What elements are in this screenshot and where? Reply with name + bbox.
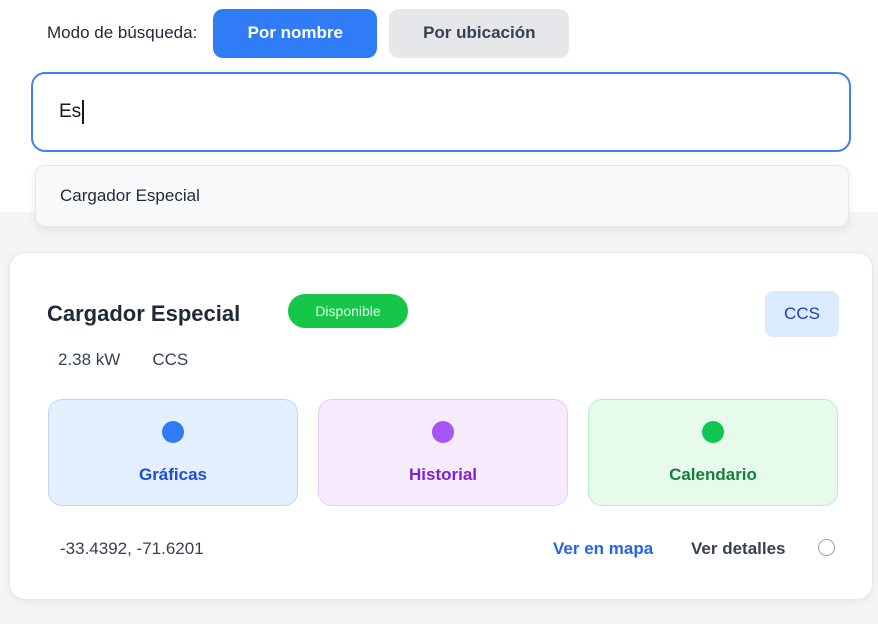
charts-dot-icon <box>162 421 184 443</box>
charts-label: Gráficas <box>138 465 208 484</box>
suggestion-item[interactable]: Cargador Especial <box>60 186 200 206</box>
status-badge: Disponible <box>288 294 408 328</box>
history-dot-icon <box>432 421 454 443</box>
details-toggle-icon[interactable] <box>818 539 835 556</box>
history-label: Historial <box>408 465 478 484</box>
text-caret <box>82 100 85 124</box>
charger-card: Cargador Especial Disponible CCS 2.38 kW… <box>9 252 873 600</box>
search-mode-row: Modo de búsqueda: Por nombre Por ubicaci… <box>47 8 570 58</box>
suggestions-dropdown: Cargador Especial <box>35 165 849 227</box>
search-mode-label: Modo de búsqueda: <box>47 23 198 42</box>
search-input-value: Es <box>59 101 82 122</box>
calendar-label: Calendario <box>669 465 757 484</box>
charger-connector: CCS <box>152 350 189 369</box>
by-name-button[interactable]: Por nombre <box>213 8 378 58</box>
charger-name: Cargador Especial <box>47 301 241 326</box>
charts-button[interactable]: Gráficas <box>48 399 298 506</box>
charger-specs: 2.38 kW CCS <box>58 350 188 370</box>
by-location-button[interactable]: Por ubicación <box>389 8 570 58</box>
connector-tag: CCS <box>765 291 839 337</box>
view-details-link[interactable]: Ver detalles <box>691 539 786 559</box>
charger-power: 2.38 kW <box>58 350 121 369</box>
history-button[interactable]: Historial <box>318 399 568 506</box>
search-input[interactable]: Es <box>31 72 851 152</box>
charger-coordinates: -33.4392, -71.6201 <box>60 539 204 558</box>
calendar-dot-icon <box>702 421 724 443</box>
calendar-button[interactable]: Calendario <box>588 399 838 506</box>
view-on-map-link[interactable]: Ver en mapa <box>553 539 653 559</box>
